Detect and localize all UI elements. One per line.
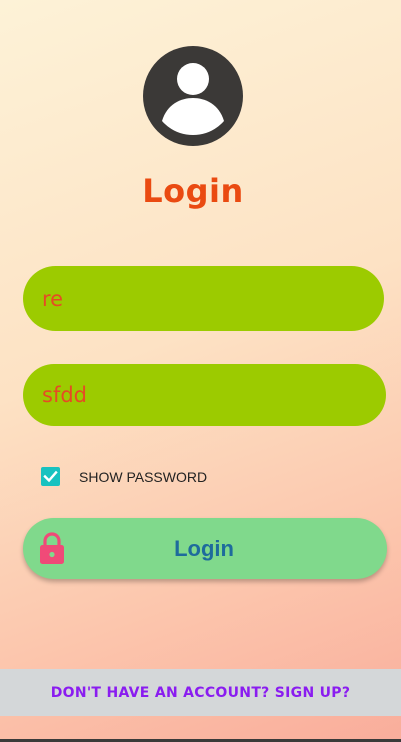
lock-icon bbox=[40, 532, 64, 564]
signup-link[interactable]: DON'T HAVE AN ACCOUNT? SIGN UP? bbox=[51, 685, 351, 701]
password-field[interactable] bbox=[23, 364, 386, 426]
password-input[interactable] bbox=[42, 383, 362, 407]
checkmark-icon bbox=[43, 470, 58, 483]
username-field[interactable] bbox=[23, 266, 384, 331]
username-input[interactable] bbox=[42, 286, 362, 311]
signup-bar[interactable]: DON'T HAVE AN ACCOUNT? SIGN UP? bbox=[0, 669, 401, 716]
page-title: Login bbox=[142, 172, 244, 210]
show-password-checkbox[interactable] bbox=[41, 467, 60, 486]
login-button[interactable]: Login bbox=[23, 518, 387, 579]
login-button-label: Login bbox=[174, 535, 234, 561]
account-circle-icon bbox=[143, 46, 243, 146]
show-password-toggle[interactable]: SHOW PASSWORD bbox=[41, 467, 207, 486]
show-password-label: SHOW PASSWORD bbox=[79, 468, 208, 485]
